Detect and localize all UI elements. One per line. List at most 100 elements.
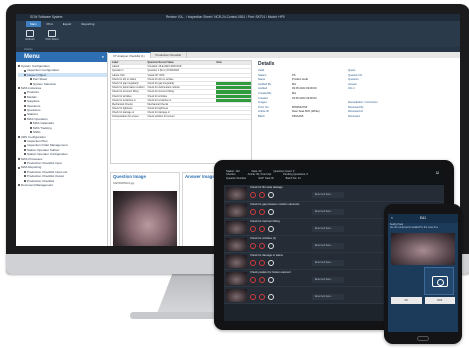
- grid-cell: [216, 78, 252, 81]
- expand-toggle-icon[interactable]: [30, 131, 32, 134]
- grid-cell: Mechanical Checks: [112, 102, 133, 106]
- expand-toggle-icon[interactable]: [30, 126, 32, 129]
- expand-toggle-icon[interactable]: [24, 104, 26, 107]
- back-icon[interactable]: <: [391, 214, 393, 223]
- camera-icon[interactable]: [268, 294, 274, 300]
- menu-item[interactable]: Document Management: [18, 183, 107, 187]
- expand-toggle-icon[interactable]: [30, 78, 32, 81]
- expand-toggle-icon[interactable]: [24, 162, 26, 165]
- grid-cell: Check for tightness: [112, 107, 133, 111]
- table-row[interactable]: Compensation for screen Check position fo…: [111, 115, 251, 120]
- question-thumbnail: [226, 187, 247, 200]
- expand-toggle-icon[interactable]: [24, 69, 26, 72]
- grid-cell: [215, 94, 251, 98]
- expand-toggle-icon[interactable]: [24, 179, 26, 182]
- ribbon-tab-reporting[interactable]: Reporting: [77, 21, 98, 27]
- grid-cell: Mechanical Checks: [147, 102, 169, 106]
- expand-toggle-icon[interactable]: [24, 170, 26, 173]
- camera-icon[interactable]: [268, 277, 274, 283]
- comment-input[interactable]: Enter text here...: [312, 294, 344, 300]
- grid-cell: Check for gap irregularity: [147, 81, 175, 85]
- expand-toggle-icon[interactable]: [24, 91, 26, 94]
- comment-input[interactable]: Enter text here...: [312, 277, 344, 283]
- expand-toggle-icon[interactable]: [30, 82, 32, 85]
- ribbon-tab-print[interactable]: Print: [43, 21, 57, 27]
- ok-icon[interactable]: [259, 294, 265, 300]
- camera-icon[interactable]: [268, 209, 274, 215]
- ok-icon[interactable]: [259, 277, 265, 283]
- comment-input[interactable]: Enter text here...: [312, 226, 344, 232]
- ribbon-tab-main[interactable]: Main: [26, 21, 41, 27]
- expand-toggle-icon[interactable]: [18, 157, 20, 160]
- camera-icon[interactable]: [268, 192, 274, 198]
- user-icon[interactable]: ☺: [435, 170, 440, 176]
- ok-icon[interactable]: [259, 209, 265, 215]
- tab-ct-analyser-checklist[interactable]: CT Analyser Checklist (1): [108, 52, 151, 58]
- expand-toggle-icon[interactable]: [18, 184, 20, 187]
- nok-icon[interactable]: [250, 243, 256, 249]
- nok-icon[interactable]: [250, 277, 256, 283]
- window-title: SCW Software System: [30, 15, 63, 19]
- tab-production-checklist[interactable]: Production Checklist: [151, 52, 188, 58]
- nok-button[interactable]: NOK: [424, 297, 455, 304]
- question-text: Check for gap between cushion elements: [250, 203, 300, 206]
- comment-input[interactable]: Enter text here...: [312, 243, 344, 249]
- expand-toggle-icon[interactable]: [24, 148, 26, 151]
- expand-toggle-icon[interactable]: [24, 118, 26, 121]
- nok-icon[interactable]: [250, 192, 256, 198]
- ok-icon[interactable]: [259, 260, 265, 266]
- ok-icon[interactable]: [259, 243, 265, 249]
- nok-icon[interactable]: [250, 294, 256, 300]
- expand-toggle-icon[interactable]: [24, 153, 26, 156]
- tablet-batch: Batch No: 14: [285, 176, 301, 180]
- grid-cell: Check for scratches in: [112, 98, 136, 102]
- list-item[interactable]: Check for film side damage Enter text her…: [224, 185, 444, 202]
- question-image-title: Question Image: [113, 174, 146, 179]
- nok-icon[interactable]: [250, 209, 256, 215]
- expand-toggle-icon[interactable]: [24, 144, 26, 147]
- detail-value: [388, 115, 422, 120]
- camera-icon[interactable]: [268, 260, 274, 266]
- ok-icon[interactable]: [259, 226, 265, 232]
- camera-icon[interactable]: [268, 243, 274, 249]
- comment-input[interactable]: Enter text here...: [312, 260, 344, 266]
- menu-item-label: Inspection Order Management: [27, 143, 68, 148]
- close-icon[interactable]: ×: [102, 52, 104, 62]
- expand-toggle-icon[interactable]: [24, 140, 26, 143]
- expand-toggle-icon[interactable]: [24, 175, 26, 178]
- ok-icon[interactable]: [259, 192, 265, 198]
- menu-item-label: Products: [27, 90, 39, 95]
- nok-icon[interactable]: [250, 260, 256, 266]
- expand-toggle-icon[interactable]: [18, 87, 20, 90]
- grid-cell: [216, 103, 252, 106]
- comment-input[interactable]: Enter text here...: [312, 192, 344, 198]
- expand-toggle-icon[interactable]: [18, 65, 20, 68]
- expand-toggle-icon[interactable]: [24, 96, 26, 99]
- camera-button[interactable]: [424, 267, 454, 295]
- phone-home-button[interactable]: [417, 336, 429, 341]
- grid-cell: Question 1 (No.1) 07/02/2024: [147, 69, 180, 73]
- expand-toggle-icon[interactable]: [24, 100, 26, 103]
- expand-toggle-icon[interactable]: [24, 109, 26, 112]
- camera-icon[interactable]: [268, 226, 274, 232]
- refresh-button[interactable]: Refresh: [22, 29, 38, 45]
- expand-toggle-icon[interactable]: [24, 113, 26, 116]
- expand-toggle-icon[interactable]: [18, 135, 20, 138]
- comment-input[interactable]: Enter text here...: [312, 209, 344, 215]
- refresh-icon: [26, 30, 34, 37]
- question-image-filename: SAP00005S01.jpg: [113, 182, 135, 185]
- tablet-seat-id: SAP: Seat ID: [258, 176, 274, 180]
- print-sheet-button[interactable]: Print Sheet: [44, 29, 60, 45]
- window-titlebar: SCW Software System Review: EA... / Insp…: [16, 14, 460, 21]
- expand-toggle-icon[interactable]: [30, 122, 32, 125]
- ribbon-tab-export[interactable]: Export: [59, 21, 76, 27]
- expand-toggle-icon[interactable]: [18, 166, 20, 169]
- nok-icon[interactable]: [250, 226, 256, 232]
- grid-cell: [216, 107, 252, 110]
- tablet-question-number: Question Number: [226, 176, 247, 180]
- menu-item-label: ARS Configuration: [21, 134, 46, 139]
- refresh-label: Refresh: [25, 38, 35, 41]
- expand-toggle-icon[interactable]: [24, 74, 26, 77]
- answer-actions: [250, 277, 274, 283]
- ok-button[interactable]: OK: [391, 297, 422, 304]
